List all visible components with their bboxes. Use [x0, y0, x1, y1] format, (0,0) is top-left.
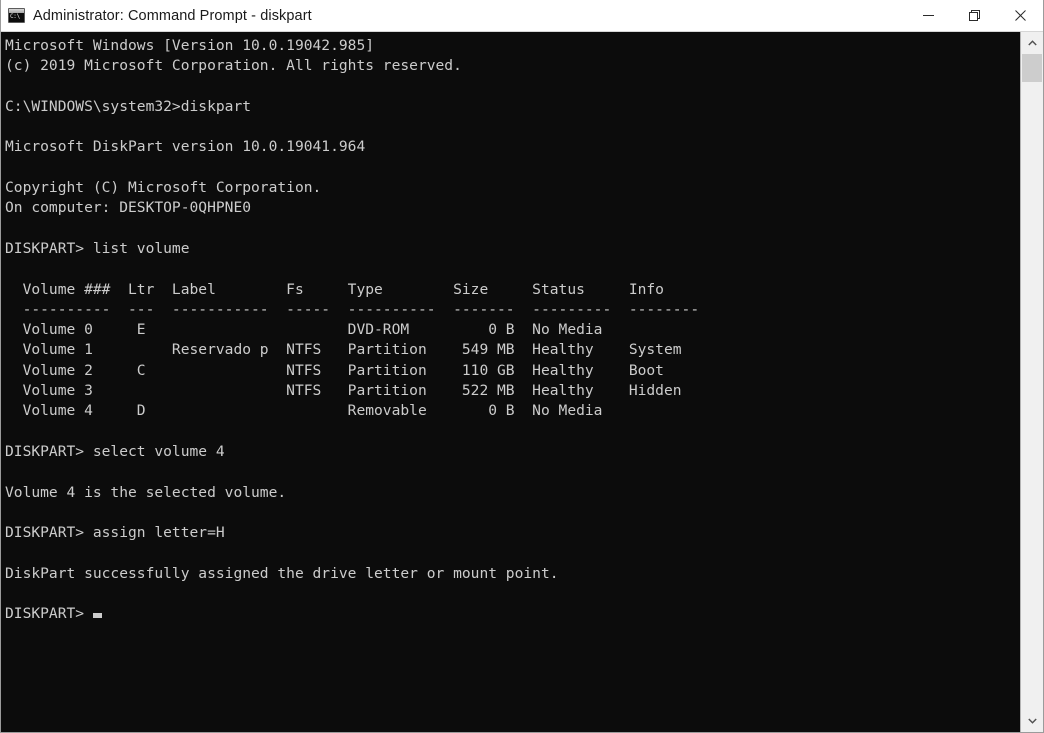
chevron-down-icon — [1027, 718, 1037, 724]
scrollbar-track[interactable] — [1021, 54, 1043, 710]
restore-icon — [968, 10, 980, 21]
console-output-area[interactable]: Microsoft Windows [Version 10.0.19042.98… — [1, 32, 1020, 732]
minimize-icon — [922, 15, 934, 16]
window-controls — [905, 0, 1043, 31]
scrollbar-thumb[interactable] — [1022, 54, 1042, 82]
console-text: Microsoft Windows [Version 10.0.19042.98… — [5, 37, 700, 623]
vertical-scrollbar[interactable] — [1020, 32, 1043, 732]
cmd-console-icon: C:\ — [8, 8, 25, 23]
cmd-icon-label: C:\ — [10, 13, 20, 20]
window-client-area: Microsoft Windows [Version 10.0.19042.98… — [1, 32, 1043, 732]
window-title: Administrator: Command Prompt - diskpart — [33, 7, 312, 24]
close-icon — [1014, 10, 1026, 21]
chevron-up-icon — [1027, 40, 1037, 46]
close-button[interactable] — [997, 0, 1043, 31]
command-prompt-window: C:\ Administrator: Command Prompt - disk… — [0, 0, 1044, 733]
minimize-button[interactable] — [905, 0, 951, 31]
scroll-down-button[interactable] — [1021, 710, 1043, 732]
title-bar[interactable]: C:\ Administrator: Command Prompt - disk… — [1, 0, 1043, 32]
restore-button[interactable] — [951, 0, 997, 31]
scroll-up-button[interactable] — [1021, 32, 1043, 54]
text-cursor — [92, 613, 102, 619]
